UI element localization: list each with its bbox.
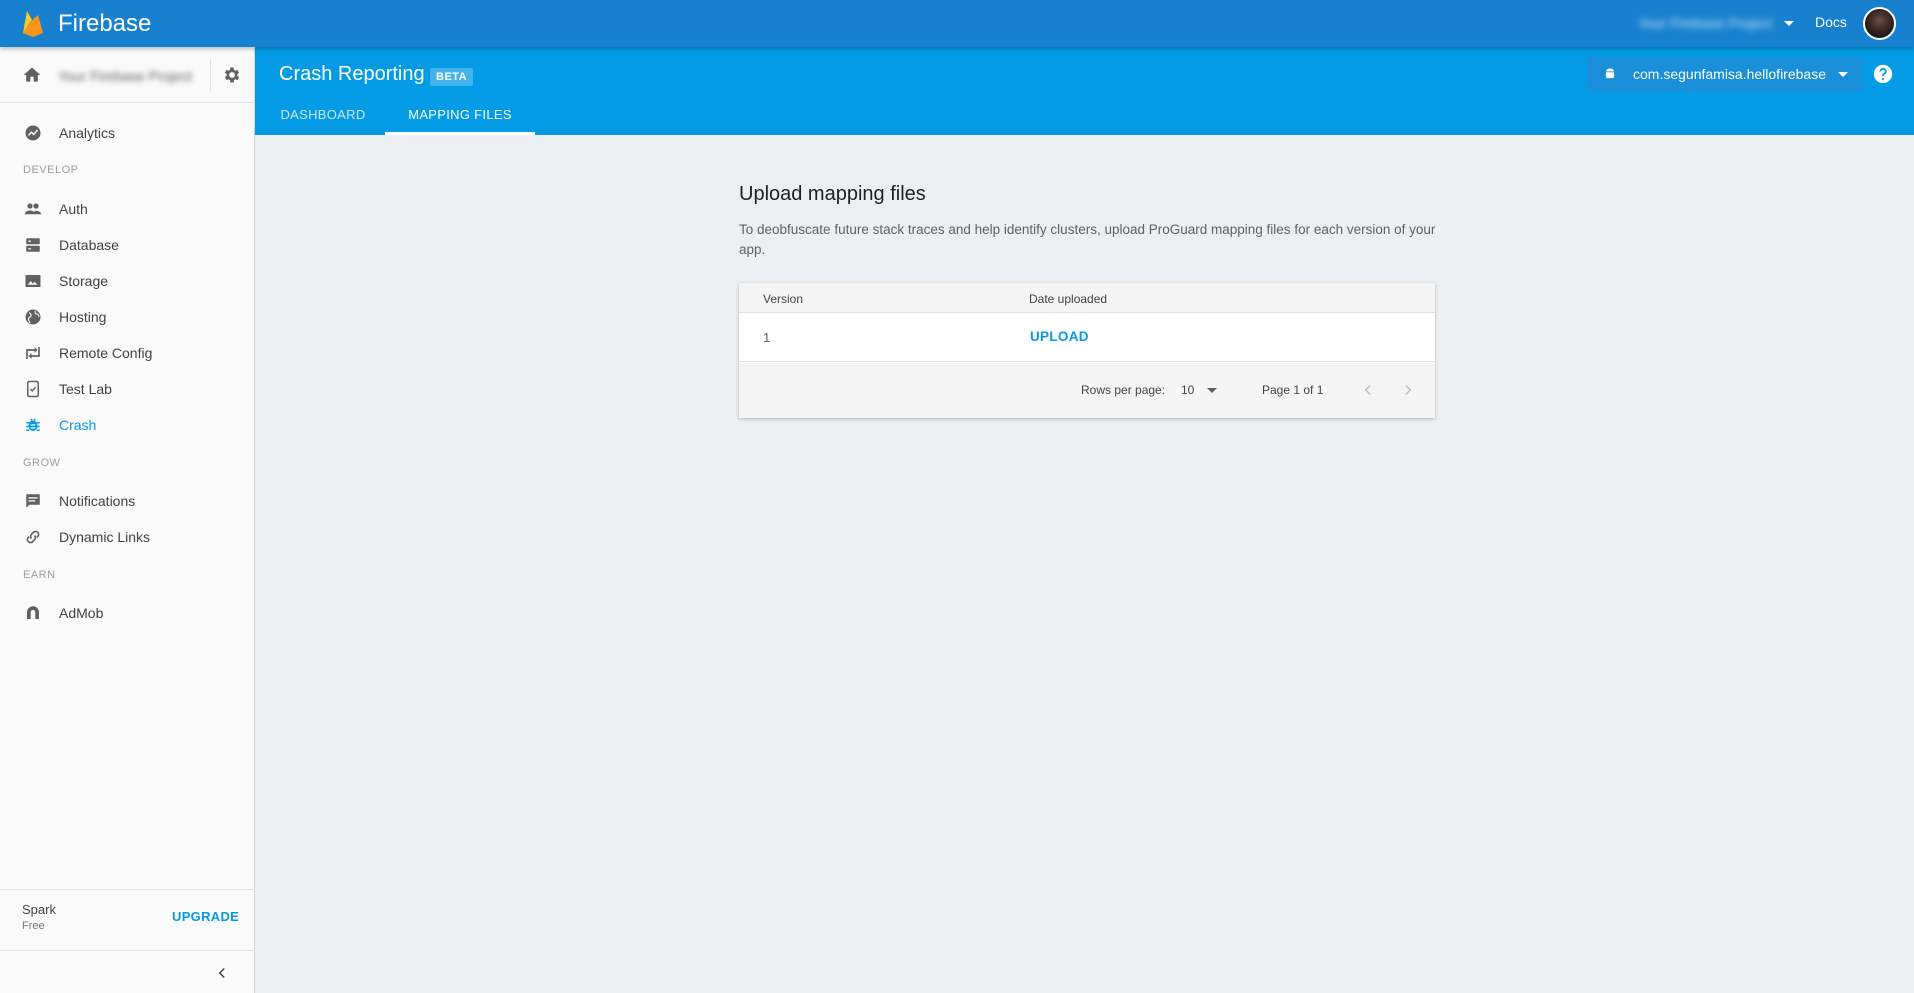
- database-icon: [26, 238, 40, 252]
- sidebar-project-name[interactable]: Your Firebase Project: [58, 68, 192, 84]
- section-label-grow: GROW: [23, 457, 61, 469]
- analytics-icon: [25, 125, 41, 141]
- sidebar-item-remote-config[interactable]: Remote Config: [0, 335, 255, 371]
- firebase-logo-icon[interactable]: [22, 9, 44, 38]
- plan-footer: Spark Free UPGRADE: [0, 889, 255, 993]
- sidebar-item-label: Test Lab: [59, 381, 112, 397]
- chevron-left-icon[interactable]: [213, 964, 231, 982]
- sidebar-item-test-lab[interactable]: Test Lab: [0, 371, 255, 407]
- sidebar-item-label: Remote Config: [59, 345, 153, 361]
- docs-link[interactable]: Docs: [1815, 14, 1847, 30]
- sidebar-item-analytics[interactable]: Analytics: [0, 115, 255, 151]
- chevron-left-icon[interactable]: [1359, 381, 1377, 399]
- help-icon[interactable]: [1872, 63, 1894, 85]
- upgrade-button[interactable]: UPGRADE: [172, 909, 239, 924]
- sidebar-item-label: Notifications: [59, 493, 136, 509]
- sidebar-item-label: Crash: [59, 417, 97, 433]
- caret-down-icon: [1838, 72, 1848, 77]
- image-icon: [25, 275, 41, 287]
- rows-per-page-label: Rows per page:: [1081, 383, 1166, 397]
- avatar[interactable]: [1863, 7, 1896, 40]
- table-header: Version Date uploaded: [739, 283, 1435, 313]
- section-label-develop: DEVELOP: [23, 164, 79, 176]
- remote-config-icon: [26, 347, 40, 359]
- rows-per-page-value: 10: [1181, 383, 1195, 397]
- tab-dashboard[interactable]: DASHBOARD: [279, 107, 367, 135]
- bug-icon: [26, 418, 40, 431]
- page-header: Crash Reporting BETA com.segunfamisa.hel…: [255, 47, 1914, 135]
- project-picker[interactable]: Your Firebase Project: [1638, 13, 1795, 33]
- sidebar-project-row: Your Firebase Project: [0, 47, 255, 103]
- app-selector[interactable]: com.segunfamisa.hellofirebase: [1587, 57, 1863, 92]
- sidebar-item-hosting[interactable]: Hosting: [0, 299, 255, 335]
- column-header-version[interactable]: Version: [763, 292, 803, 306]
- caret-down-icon: [1784, 20, 1795, 26]
- section-label-earn: EARN: [23, 569, 56, 581]
- project-name: Your Firebase Project: [1638, 15, 1773, 31]
- upload-button[interactable]: UPLOAD: [1030, 329, 1089, 344]
- home-icon[interactable]: [22, 65, 42, 85]
- caret-down-icon: [1207, 388, 1217, 393]
- column-header-date-uploaded[interactable]: Date uploaded: [1029, 292, 1107, 306]
- brand-name[interactable]: Firebase: [58, 10, 151, 38]
- mapping-files-table: Version Date uploaded 1 UPLOAD Rows per …: [739, 283, 1435, 418]
- divider: [210, 59, 211, 91]
- sidebar-item-label: AdMob: [59, 605, 104, 621]
- plan-name: Spark: [22, 902, 56, 917]
- active-tab-indicator: [385, 132, 535, 135]
- gear-icon[interactable]: [222, 65, 242, 85]
- section-description: To deobfuscate future stack traces and h…: [739, 222, 1436, 257]
- sidebar-item-storage[interactable]: Storage: [0, 263, 255, 299]
- table-pagination: Rows per page: 10 Page 1 of 1: [739, 363, 1435, 418]
- sidebar: Your Firebase Project Analytics DEVELOP …: [0, 47, 255, 993]
- link-icon: [26, 530, 40, 544]
- page-title: Crash Reporting: [279, 63, 425, 85]
- sidebar-item-label: Hosting: [59, 309, 107, 325]
- top-app-bar: Firebase Your Firebase Project Docs: [0, 0, 1914, 47]
- sidebar-item-label: Auth: [59, 201, 88, 217]
- beta-badge: BETA: [430, 68, 474, 86]
- test-lab-icon: [27, 380, 39, 398]
- rows-per-page-select[interactable]: 10: [1181, 378, 1225, 402]
- app-id: com.segunfamisa.hellofirebase: [1633, 66, 1826, 82]
- message-icon: [26, 494, 40, 508]
- android-icon: [1605, 68, 1615, 79]
- sidebar-item-crash[interactable]: Crash: [0, 407, 255, 443]
- sidebar-item-dynamic-links[interactable]: Dynamic Links: [0, 519, 255, 555]
- sidebar-item-admob[interactable]: AdMob: [0, 595, 255, 631]
- sidebar-item-label: Storage: [59, 273, 109, 289]
- globe-icon: [25, 309, 41, 325]
- sidebar-item-label: Analytics: [59, 125, 116, 141]
- sidebar-item-database[interactable]: Database: [0, 227, 255, 263]
- tab-mapping-files[interactable]: MAPPING FILES: [385, 107, 535, 135]
- chevron-right-icon[interactable]: [1399, 381, 1417, 399]
- sidebar-item-notifications[interactable]: Notifications: [0, 483, 255, 519]
- collapse-bar: [0, 950, 255, 993]
- people-icon: [24, 203, 42, 215]
- sidebar-item-auth[interactable]: Auth: [0, 191, 255, 227]
- section-title: Upload mapping files: [739, 183, 926, 205]
- plan-tier: Free: [22, 920, 45, 932]
- version-cell: 1: [763, 330, 771, 345]
- sidebar-item-label: Database: [59, 237, 119, 253]
- table-row: 1 UPLOAD: [739, 313, 1435, 362]
- page-info: Page 1 of 1: [1262, 383, 1324, 397]
- admob-icon: [27, 606, 39, 619]
- sidebar-item-label: Dynamic Links: [59, 529, 151, 545]
